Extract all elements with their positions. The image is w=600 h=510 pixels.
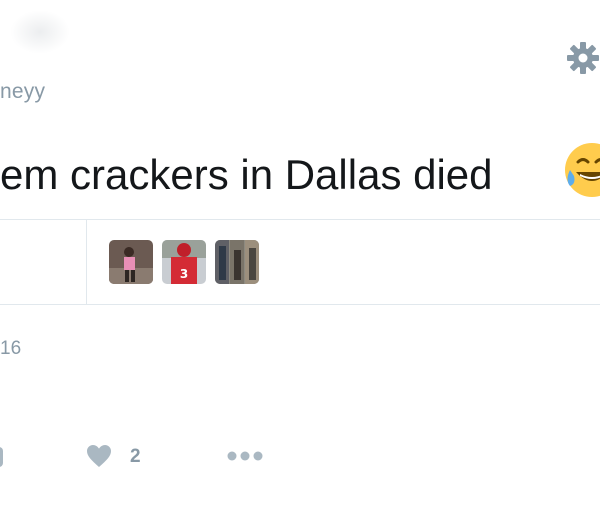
divider-top — [0, 219, 600, 220]
divider-vertical — [86, 220, 87, 304]
heart-icon[interactable] — [86, 444, 112, 468]
tweet-date[interactable]: 16 — [0, 338, 21, 360]
liked-by-avatars: 3 — [109, 240, 259, 284]
liker-avatar-1[interactable] — [109, 240, 153, 284]
svg-text:3: 3 — [180, 267, 188, 281]
tweet-text: em crackers in Dallas died — [0, 151, 493, 198]
more-options-icon[interactable] — [226, 450, 264, 462]
liker-avatar-2[interactable]: 3 — [162, 240, 206, 284]
like-count[interactable]: 2 — [130, 446, 141, 468]
user-handle[interactable]: neyy — [0, 80, 45, 104]
gear-icon[interactable] — [566, 40, 600, 76]
divider-bottom — [0, 304, 600, 305]
face-with-tears-of-joy-icon — [565, 143, 600, 197]
profile-avatar[interactable] — [10, 10, 70, 54]
reply-icon[interactable] — [0, 447, 3, 467]
liker-avatar-3[interactable] — [215, 240, 259, 284]
